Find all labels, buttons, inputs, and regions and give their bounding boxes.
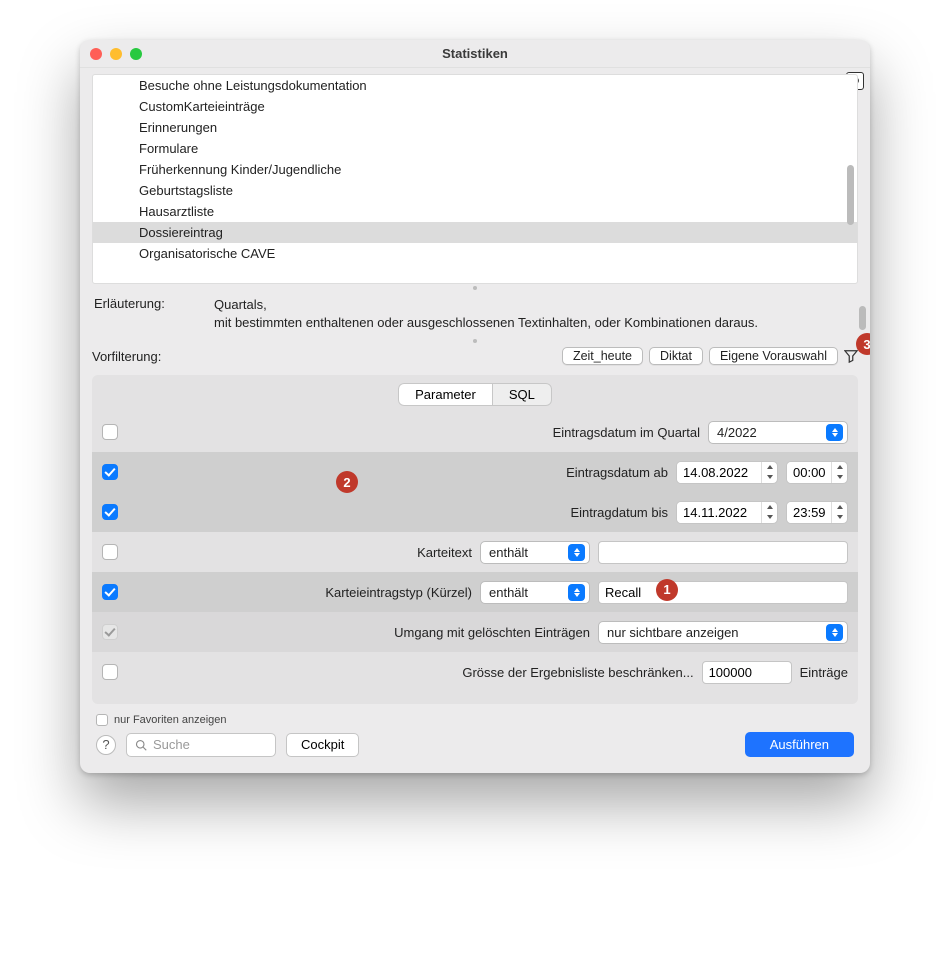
tab-sql[interactable]: SQL	[492, 383, 552, 406]
annotation-badge-1: 1	[656, 579, 678, 601]
label-date-to: Eintragdatum bis	[570, 505, 668, 520]
label-quartal: Eintragsdatum im Quartal	[553, 425, 700, 440]
search-icon	[135, 739, 147, 751]
input-karteitext[interactable]	[598, 541, 848, 564]
label-date-from: Eintragsdatum ab	[566, 465, 668, 480]
checkbox-limit[interactable]	[102, 664, 118, 680]
date-from-input[interactable]	[677, 462, 761, 483]
help-icon[interactable]: ?	[96, 735, 116, 755]
window-controls	[90, 48, 142, 60]
statistics-window: Statistiken ↻ Besuche ohne Leistungsdoku…	[80, 40, 870, 773]
label-karteitext: Karteitext	[417, 545, 472, 560]
tab-parameter[interactable]: Parameter	[398, 383, 492, 406]
list-item[interactable]: Geburtstagsliste	[93, 180, 857, 201]
checkbox-deleted	[102, 624, 118, 640]
row-entry-type: Karteieintragstyp (Kürzel) enthält 1	[92, 572, 858, 612]
list-item[interactable]: Früherkennung Kinder/Jugendliche	[93, 159, 857, 180]
search-input[interactable]: Suche	[126, 733, 276, 757]
label-entry-type: Karteieintragstyp (Kürzel)	[325, 585, 472, 600]
select-deleted[interactable]: nur sichtbare anzeigen	[598, 621, 848, 644]
select-entry-type-op[interactable]: enthält	[480, 581, 590, 604]
date-to-input[interactable]	[677, 502, 761, 523]
filter-pill-eigene-vorauswahl[interactable]: Eigene Vorauswahl	[709, 347, 838, 365]
list-item[interactable]: Hausarztliste	[93, 201, 857, 222]
scrollbar-thumb[interactable]	[847, 165, 854, 225]
time-from-input[interactable]	[787, 462, 831, 483]
input-limit[interactable]	[702, 661, 792, 684]
select-karteitext-op[interactable]: enthält	[480, 541, 590, 564]
label-limit-suffix: Einträge	[800, 665, 848, 680]
checkbox-entry-type[interactable]	[102, 584, 118, 600]
filter-pill-diktat[interactable]: Diktat	[649, 347, 703, 365]
search-placeholder: Suche	[153, 737, 190, 752]
row-date-to: Eintragdatum bis	[92, 492, 858, 532]
time-to-input[interactable]	[787, 502, 831, 523]
stepper-arrows[interactable]	[831, 462, 847, 483]
parameters-panel: Parameter SQL Eintragsdatum im Quartal 4…	[92, 375, 858, 704]
stepper-arrows[interactable]	[761, 462, 777, 483]
explanation-label: Erläuterung:	[94, 296, 204, 331]
chevron-updown-icon	[568, 584, 585, 601]
select-value: enthält	[489, 545, 528, 560]
input-entry-type[interactable]	[598, 581, 848, 604]
label-deleted: Umgang mit gelöschten Einträgen	[394, 625, 590, 640]
cockpit-button[interactable]: Cockpit	[286, 733, 359, 757]
filter-pill-zeit-heute[interactable]: Zeit_heute	[562, 347, 643, 365]
explanation-line: mit bestimmten enthaltenen oder ausgesch…	[214, 315, 758, 330]
prefilter-label: Vorfilterung:	[92, 349, 202, 364]
select-quartal[interactable]: 4/2022	[708, 421, 848, 444]
row-quartal: Eintragsdatum im Quartal 4/2022	[92, 412, 858, 452]
select-value: enthält	[489, 585, 528, 600]
list-item[interactable]: Erinnerungen	[93, 117, 857, 138]
footer: nur Favoriten anzeigen ? Suche Cockpit A…	[92, 704, 858, 757]
annotation-badge-3: 3	[856, 333, 870, 355]
label-favorites-only: nur Favoriten anzeigen	[114, 714, 227, 726]
titlebar: Statistiken	[80, 40, 870, 68]
chevron-updown-icon	[826, 424, 843, 441]
checkbox-karteitext[interactable]	[102, 544, 118, 560]
split-handle[interactable]	[92, 284, 858, 290]
execute-button[interactable]: Ausführen	[745, 732, 854, 757]
select-value: nur sichtbare anzeigen	[607, 625, 739, 640]
label-limit: Grösse der Ergebnisliste beschränken...	[462, 665, 693, 680]
select-value: 4/2022	[717, 425, 757, 440]
checkbox-date-to[interactable]	[102, 504, 118, 520]
maximize-icon[interactable]	[130, 48, 142, 60]
explanation-line: Quartals,	[214, 297, 267, 312]
date-from-stepper[interactable]	[676, 461, 778, 484]
stats-list[interactable]: Besuche ohne Leistungsdokumentation Cust…	[92, 74, 858, 284]
list-item[interactable]: Organisatorische CAVE	[93, 243, 857, 264]
stepper-arrows[interactable]	[831, 502, 847, 523]
checkbox-favorites-only[interactable]	[96, 714, 108, 726]
row-limit: Grösse der Ergebnisliste beschränken... …	[92, 652, 858, 692]
checkbox-date-from[interactable]	[102, 464, 118, 480]
list-item[interactable]: Besuche ohne Leistungsdokumentation	[93, 75, 857, 96]
minimize-icon[interactable]	[110, 48, 122, 60]
time-to-stepper[interactable]	[786, 501, 848, 524]
explanation-text: Quartals, mit bestimmten enthaltenen ode…	[214, 296, 856, 331]
row-karteitext: Karteitext enthält	[92, 532, 858, 572]
stepper-arrows[interactable]	[761, 502, 777, 523]
time-from-stepper[interactable]	[786, 461, 848, 484]
filter-icon[interactable]	[844, 349, 858, 363]
close-icon[interactable]	[90, 48, 102, 60]
row-date-from: 2 Eintragsdatum ab	[92, 452, 858, 492]
list-item[interactable]: Formulare	[93, 138, 857, 159]
chevron-updown-icon	[826, 624, 843, 641]
list-item-selected[interactable]: Dossiereintrag	[93, 222, 857, 243]
row-deleted: Umgang mit gelöschten Einträgen nur sich…	[92, 612, 858, 652]
window-title: Statistiken	[80, 46, 870, 61]
scrollbar-thumb[interactable]	[859, 306, 866, 330]
annotation-badge-2: 2	[336, 471, 358, 493]
chevron-updown-icon	[568, 544, 585, 561]
date-to-stepper[interactable]	[676, 501, 778, 524]
list-item[interactable]: CustomKarteieinträge	[93, 96, 857, 117]
checkbox-quartal[interactable]	[102, 424, 118, 440]
